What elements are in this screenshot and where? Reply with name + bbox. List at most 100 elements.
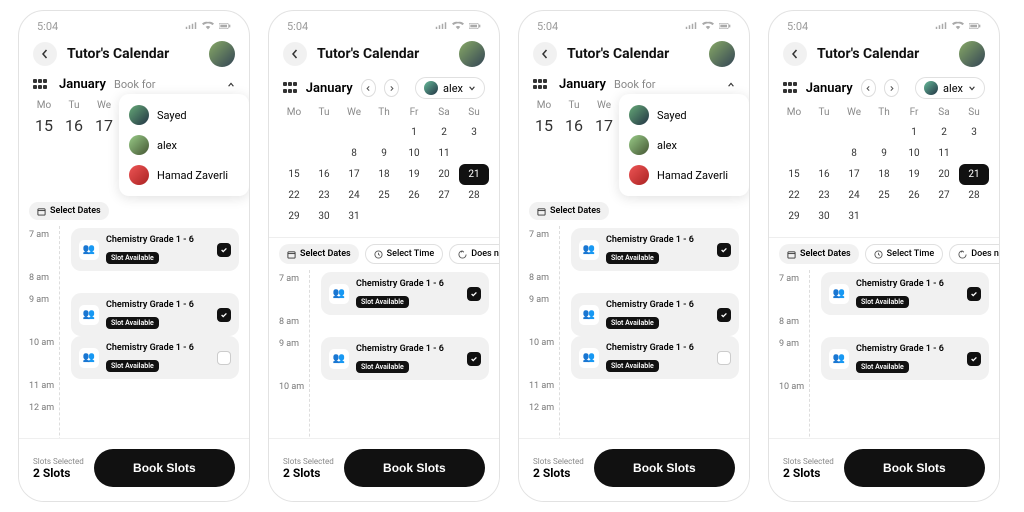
avatar — [129, 105, 149, 125]
month-label: January — [59, 77, 106, 92]
select-check[interactable] — [967, 352, 981, 366]
selected-day[interactable]: 21 — [459, 164, 489, 185]
select-check[interactable] — [217, 243, 231, 257]
book-for-label[interactable]: Book for — [114, 78, 219, 91]
people-dropdown: Sayed alex Hamad Zaverli — [619, 94, 749, 196]
profile-avatar[interactable] — [209, 41, 235, 67]
status-time: 5:04 — [37, 20, 58, 33]
repeat-pill[interactable]: Does not r — [449, 244, 499, 264]
hour-label: 11 am — [29, 379, 59, 391]
hour-label: 8 am — [29, 271, 59, 283]
prev-month-button[interactable] — [361, 79, 376, 97]
person-selector[interactable]: alex — [415, 77, 485, 99]
select-time-pill[interactable]: Select Time — [865, 244, 944, 264]
screen-4: 5:04 Tutor's Calendar January alex MoTuW… — [768, 10, 1000, 502]
calendar-view-icon[interactable] — [783, 82, 798, 94]
calendar-view-icon[interactable] — [33, 79, 51, 91]
profile-avatar[interactable] — [709, 41, 735, 67]
profile-avatar[interactable] — [959, 41, 985, 67]
filter-pills: Select Dates — [19, 200, 249, 226]
back-button[interactable] — [283, 42, 307, 66]
person-option[interactable]: Sayed — [619, 100, 749, 130]
screen-2: 5:04 Tutor's Calendar January alex MoTuW… — [268, 10, 500, 502]
status-icons — [185, 21, 231, 31]
select-check[interactable] — [967, 287, 981, 301]
avatar — [129, 165, 149, 185]
calendar-view-icon[interactable] — [533, 79, 551, 91]
repeat-pill[interactable]: Does not r — [949, 244, 999, 264]
select-check[interactable] — [717, 243, 731, 257]
day-cell[interactable]: 1 — [399, 122, 429, 143]
chevron-down-icon — [468, 84, 476, 92]
person-option[interactable]: Hamad Zaverli — [119, 160, 249, 190]
calendar-grid: 123 891011 15161718192021 22232425262728… — [269, 118, 499, 235]
book-slots-button[interactable]: Book Slots — [344, 449, 485, 487]
select-dates-pill[interactable]: Select Dates — [529, 202, 609, 220]
back-button[interactable] — [533, 42, 557, 66]
class-icon: 👥 — [79, 240, 99, 260]
page-title: Tutor's Calendar — [817, 46, 949, 62]
slot-card[interactable]: 👥Chemistry Grade 1 - 6Slot Available — [571, 336, 739, 379]
month-label: January — [306, 81, 353, 96]
slot-card[interactable]: 👥Chemistry Grade 1 - 6Slot Available — [571, 228, 739, 271]
calendar-view-icon[interactable] — [283, 82, 298, 94]
next-month-button[interactable] — [384, 79, 399, 97]
page-title: Tutor's Calendar — [317, 46, 449, 62]
screen-1: 5:04 Tutor's Calendar January Book for M… — [18, 10, 250, 502]
footer: Slots Selected2 Slots Book Slots — [19, 438, 249, 501]
weekday-header: MoTuWe — [29, 100, 119, 111]
chevron-up-icon[interactable] — [727, 81, 735, 89]
select-check[interactable] — [217, 308, 231, 322]
book-slots-button[interactable]: Book Slots — [94, 449, 235, 487]
slots-selected-label: Slots Selected — [33, 457, 84, 466]
slot-card[interactable]: 👥 Chemistry Grade 1 - 6Slot Available — [71, 293, 239, 336]
person-selector[interactable]: alex — [915, 77, 985, 99]
calendar-row: 15 16 17 — [29, 111, 119, 140]
slot-card[interactable]: 👥Chemistry Grade 1 - 6Slot Available — [821, 337, 989, 380]
book-slots-button[interactable]: Book Slots — [594, 449, 735, 487]
people-dropdown: Sayed alex Hamad Zaverli — [119, 94, 249, 196]
chevron-up-icon[interactable] — [227, 81, 235, 89]
prev-month-button[interactable] — [861, 79, 876, 97]
person-option[interactable]: alex — [119, 130, 249, 160]
book-slots-button[interactable]: Book Slots — [844, 449, 985, 487]
select-time-pill[interactable]: Select Time — [365, 244, 444, 264]
back-button[interactable] — [33, 42, 57, 66]
weekday-header: MoTuWeThFrSaSu — [269, 107, 499, 118]
class-icon: 👥 — [79, 305, 99, 325]
slot-card[interactable]: 👥 Chemistry Grade 1 - 6Slot Available — [71, 336, 239, 379]
class-icon: 👥 — [79, 348, 99, 368]
select-check[interactable] — [217, 351, 231, 365]
avatar — [129, 135, 149, 155]
page-title: Tutor's Calendar — [67, 46, 199, 62]
select-check[interactable] — [717, 308, 731, 322]
slot-card[interactable]: 👥Chemistry Grade 1 - 6Slot Available — [321, 272, 489, 315]
select-dates-pill[interactable]: Select Dates — [279, 244, 359, 264]
person-option[interactable]: Hamad Zaverli — [619, 160, 749, 190]
hour-label: 7 am — [29, 228, 59, 240]
select-dates-pill[interactable]: Select Dates — [779, 244, 859, 264]
profile-avatar[interactable] — [459, 41, 485, 67]
back-button[interactable] — [783, 42, 807, 66]
select-check[interactable] — [467, 352, 481, 366]
slots-selected-value: 2 Slots — [33, 466, 84, 480]
selected-day[interactable]: 21 — [959, 164, 989, 185]
next-month-button[interactable] — [884, 79, 899, 97]
person-option[interactable]: alex — [619, 130, 749, 160]
select-check[interactable] — [467, 287, 481, 301]
slot-card[interactable]: 👥 Chemistry Grade 1 - 6Slot Available — [71, 228, 239, 271]
slot-card[interactable]: 👥Chemistry Grade 1 - 6Slot Available — [821, 272, 989, 315]
hour-label: 10 am — [29, 336, 59, 348]
page-title: Tutor's Calendar — [567, 46, 699, 62]
screen-3: 5:04 Tutor's Calendar January Book for M… — [518, 10, 750, 502]
slot-card[interactable]: 👥Chemistry Grade 1 - 6Slot Available — [321, 337, 489, 380]
hour-label: 9 am — [29, 293, 59, 305]
status-bar: 5:04 — [19, 11, 249, 41]
header: Tutor's Calendar — [19, 41, 249, 77]
hour-label: 12 am — [29, 401, 59, 413]
select-check[interactable] — [717, 351, 731, 365]
person-option[interactable]: Sayed — [119, 100, 249, 130]
select-dates-pill[interactable]: Select Dates — [29, 202, 109, 220]
avatar — [424, 81, 438, 95]
slot-card[interactable]: 👥Chemistry Grade 1 - 6Slot Available — [571, 293, 739, 336]
